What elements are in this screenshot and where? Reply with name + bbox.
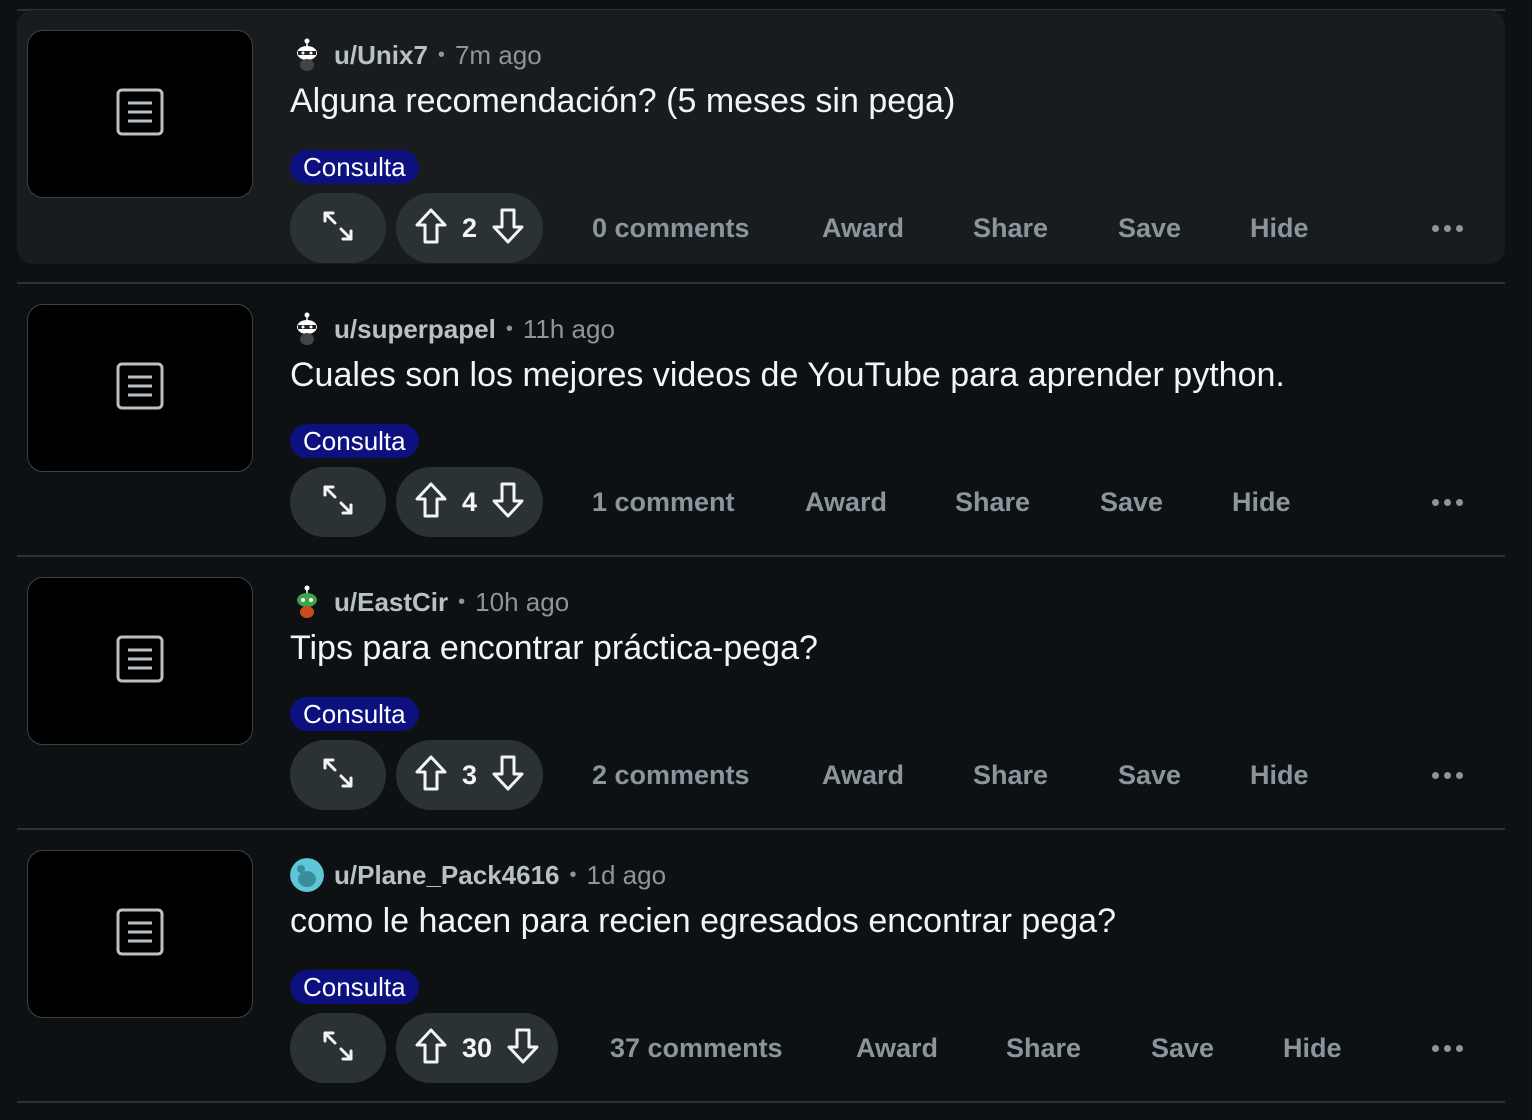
post-actions: 4 1 comment Award Share Save Hide [290, 467, 1480, 537]
comments-button[interactable]: 1 comment [592, 487, 735, 518]
comments-button[interactable]: 0 comments [592, 213, 750, 244]
expand-icon [322, 1030, 354, 1067]
vote-pill: 2 [396, 193, 544, 263]
post-card[interactable]: u/Plane_Pack4616 • 1d ago como le hacen … [17, 830, 1505, 1084]
snoo-avatar-icon[interactable] [290, 38, 324, 72]
text-post-thumbnail[interactable] [27, 30, 253, 198]
post-time: 10h ago [475, 586, 570, 617]
upvote-icon[interactable] [414, 754, 448, 797]
text-post-icon [115, 907, 165, 962]
post-time: 7m ago [454, 39, 542, 70]
expand-icon [322, 484, 354, 521]
post-title[interactable]: Tips para encontrar práctica-pega? [290, 629, 818, 668]
meta-separator: • [458, 590, 466, 613]
vote-score: 30 [462, 1032, 493, 1063]
flair-badge[interactable]: Consulta [290, 150, 419, 184]
hide-button[interactable]: Hide [1250, 213, 1309, 244]
snoo-avatar-icon[interactable] [290, 312, 324, 346]
post-title[interactable]: como le hacen para recien egresados enco… [290, 902, 1116, 941]
comments-button[interactable]: 2 comments [592, 760, 750, 791]
upvote-icon[interactable] [414, 481, 448, 524]
save-button[interactable]: Save [1100, 487, 1163, 518]
post-feed: u/Unix7 • 7m ago Alguna recomendación? (… [0, 0, 1532, 1120]
expand-button[interactable] [290, 1013, 386, 1083]
upvote-icon[interactable] [414, 1027, 448, 1070]
post-divider [17, 1101, 1505, 1103]
text-post-icon [115, 634, 165, 689]
more-options-icon[interactable] [1429, 492, 1465, 512]
upvote-icon[interactable] [414, 207, 448, 250]
text-post-thumbnail[interactable] [27, 577, 253, 745]
expand-button[interactable] [290, 193, 386, 263]
vote-score: 2 [462, 212, 478, 243]
default-avatar-icon[interactable] [290, 858, 324, 892]
text-post-thumbnail[interactable] [27, 304, 253, 472]
expand-icon [322, 210, 354, 247]
hide-button[interactable]: Hide [1250, 760, 1309, 791]
comments-button[interactable]: 37 comments [610, 1033, 783, 1064]
flair-badge[interactable]: Consulta [290, 697, 419, 731]
downvote-icon[interactable] [491, 207, 525, 250]
flair-badge[interactable]: Consulta [290, 970, 419, 1004]
vote-pill: 30 [396, 1013, 559, 1083]
post-actions: 30 37 comments Award Share Save Hide [290, 1013, 1480, 1083]
award-button[interactable]: Award [822, 760, 904, 791]
post-actions: 2 0 comments Award Share Save Hide [290, 193, 1480, 263]
snoo-avatar-icon[interactable] [290, 585, 324, 619]
award-button[interactable]: Award [805, 487, 887, 518]
expand-button[interactable] [290, 740, 386, 810]
save-button[interactable]: Save [1151, 1033, 1214, 1064]
post-card[interactable]: u/Unix7 • 7m ago Alguna recomendación? (… [17, 10, 1505, 264]
hide-button[interactable]: Hide [1232, 487, 1291, 518]
text-post-icon [115, 87, 165, 142]
downvote-icon[interactable] [506, 1027, 540, 1070]
author-link[interactable]: u/Plane_Pack4616 [334, 860, 560, 891]
author-link[interactable]: u/Unix7 [334, 40, 428, 71]
post-time: 1d ago [586, 859, 667, 890]
post-title[interactable]: Alguna recomendación? (5 meses sin pega) [290, 82, 955, 121]
meta-separator: • [437, 43, 445, 66]
vote-pill: 4 [396, 467, 544, 537]
vote-score: 3 [462, 759, 478, 790]
vote-pill: 3 [396, 740, 544, 810]
author-link[interactable]: u/EastCir [334, 587, 448, 618]
expand-icon [322, 757, 354, 794]
expand-button[interactable] [290, 467, 386, 537]
author-link[interactable]: u/superpapel [334, 314, 496, 345]
share-button[interactable]: Share [955, 487, 1030, 518]
meta-separator: • [569, 863, 577, 886]
post-card[interactable]: u/superpapel • 11h ago Cuales son los me… [17, 284, 1505, 538]
post-actions: 3 2 comments Award Share Save Hide [290, 740, 1480, 810]
flair-badge[interactable]: Consulta [290, 424, 419, 458]
save-button[interactable]: Save [1118, 213, 1181, 244]
hide-button[interactable]: Hide [1283, 1033, 1342, 1064]
award-button[interactable]: Award [856, 1033, 938, 1064]
more-options-icon[interactable] [1429, 765, 1465, 785]
more-options-icon[interactable] [1429, 1038, 1465, 1058]
more-options-icon[interactable] [1429, 218, 1465, 238]
meta-separator: • [505, 317, 513, 340]
share-button[interactable]: Share [973, 760, 1048, 791]
save-button[interactable]: Save [1118, 760, 1181, 791]
text-post-icon [115, 361, 165, 416]
text-post-thumbnail[interactable] [27, 850, 253, 1018]
post-time: 11h ago [522, 313, 615, 344]
downvote-icon[interactable] [491, 481, 525, 524]
post-card[interactable]: u/EastCir • 10h ago Tips para encontrar … [17, 557, 1505, 811]
share-button[interactable]: Share [973, 213, 1048, 244]
award-button[interactable]: Award [822, 213, 904, 244]
share-button[interactable]: Share [1006, 1033, 1081, 1064]
post-title[interactable]: Cuales son los mejores videos de YouTube… [290, 356, 1285, 395]
vote-score: 4 [462, 486, 478, 517]
downvote-icon[interactable] [491, 754, 525, 797]
